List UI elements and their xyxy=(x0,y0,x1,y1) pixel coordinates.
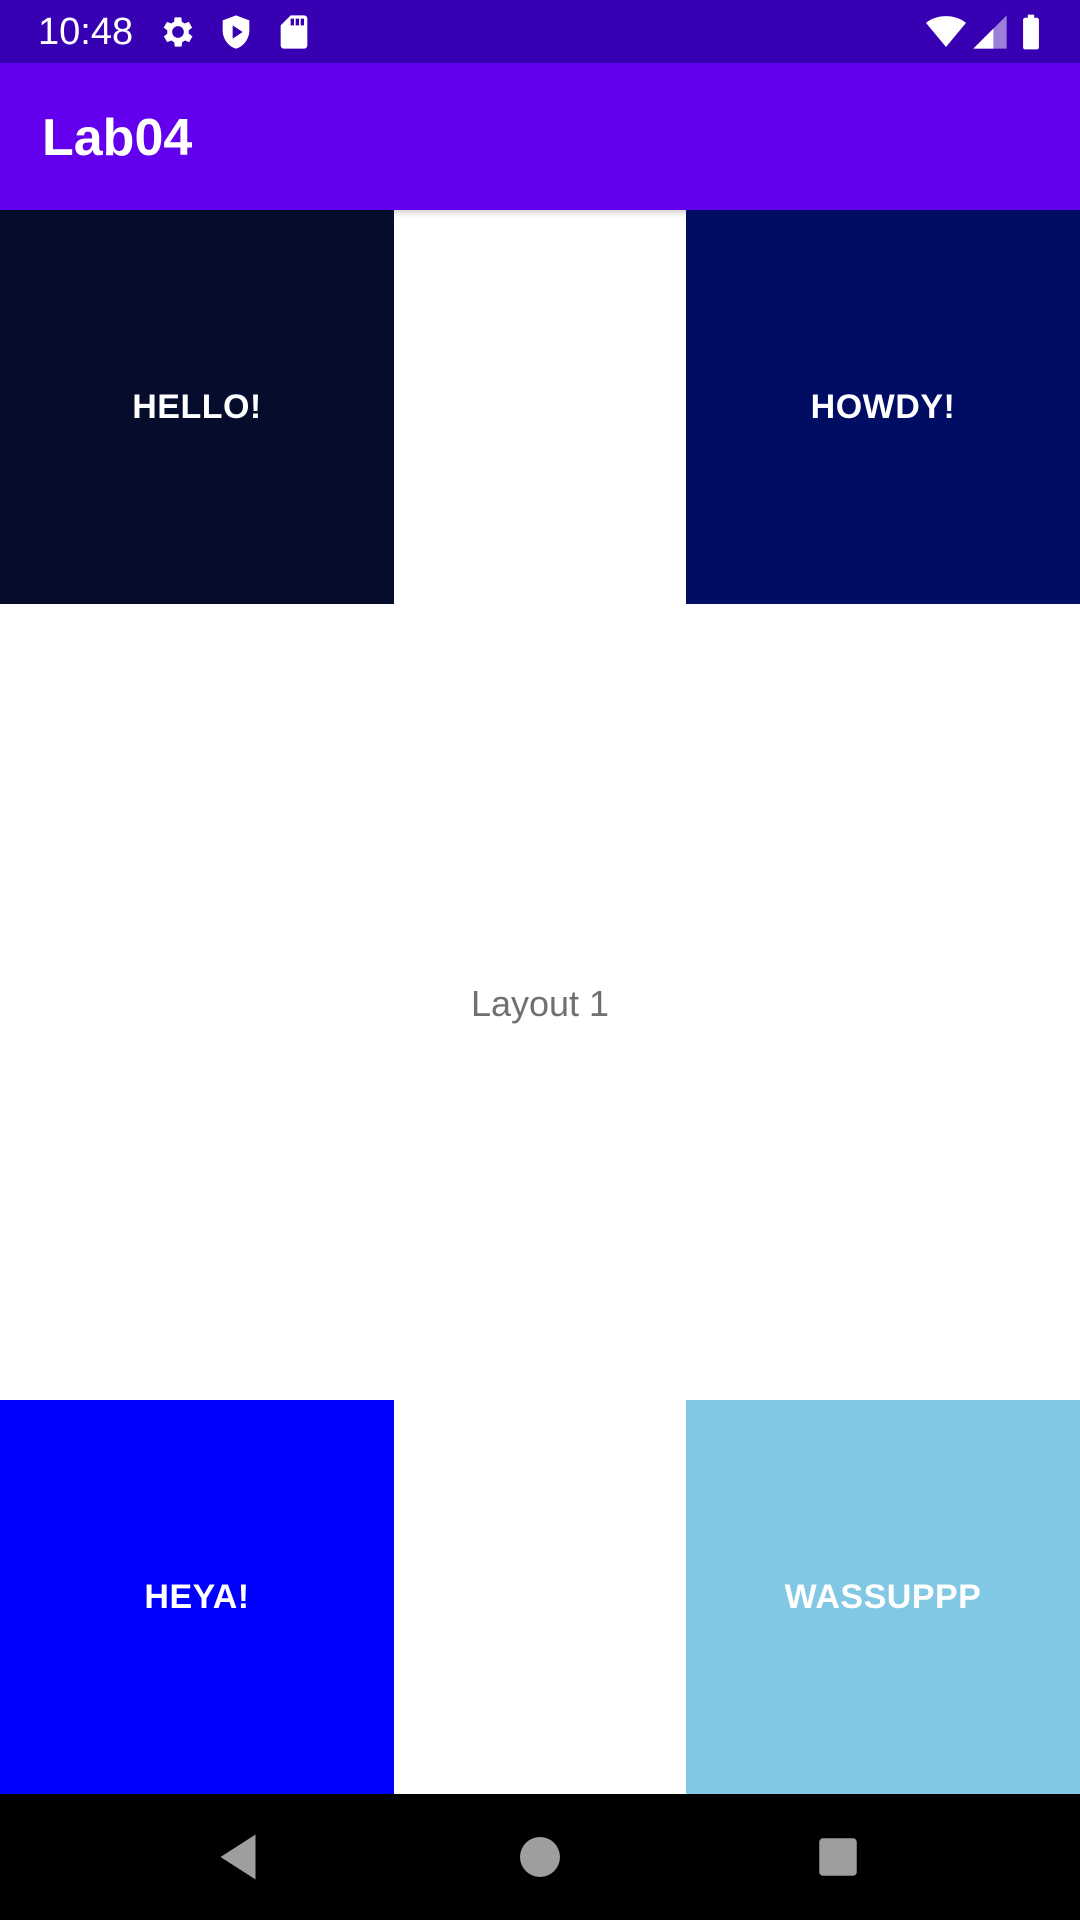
heya-button[interactable]: HEYA! xyxy=(0,1400,394,1794)
signal-icon xyxy=(970,12,1010,52)
status-time: 10:48 xyxy=(38,11,134,53)
hello-label: HELLO! xyxy=(132,387,262,426)
shield-icon xyxy=(216,12,256,52)
layout-label: Layout 1 xyxy=(470,983,610,1024)
howdy-button[interactable]: HOWDY! xyxy=(686,210,1080,604)
recents-icon[interactable] xyxy=(808,1827,868,1887)
gear-icon xyxy=(158,12,198,52)
app-title: Lab04 xyxy=(42,109,193,167)
wassuppp-label: WASSUPPP xyxy=(784,1577,982,1616)
status-bar: 10:48 xyxy=(0,0,1080,63)
sd-card-icon xyxy=(274,12,314,52)
wassuppp-button[interactable]: WASSUPPP xyxy=(686,1400,1080,1794)
hello-button[interactable]: HELLO! xyxy=(0,210,394,604)
navigation-bar xyxy=(0,1794,1080,1920)
screen: 10:48 Lab04 HELLO! HOWDY! Layout 1 HEYA!… xyxy=(0,0,1080,1920)
home-icon[interactable] xyxy=(510,1827,570,1887)
heya-label: HEYA! xyxy=(144,1577,250,1616)
battery-icon xyxy=(1012,12,1050,52)
wifi-icon xyxy=(924,12,968,52)
app-bar: Lab04 xyxy=(0,63,1080,210)
back-icon[interactable] xyxy=(208,1827,268,1887)
howdy-label: HOWDY! xyxy=(810,387,956,426)
